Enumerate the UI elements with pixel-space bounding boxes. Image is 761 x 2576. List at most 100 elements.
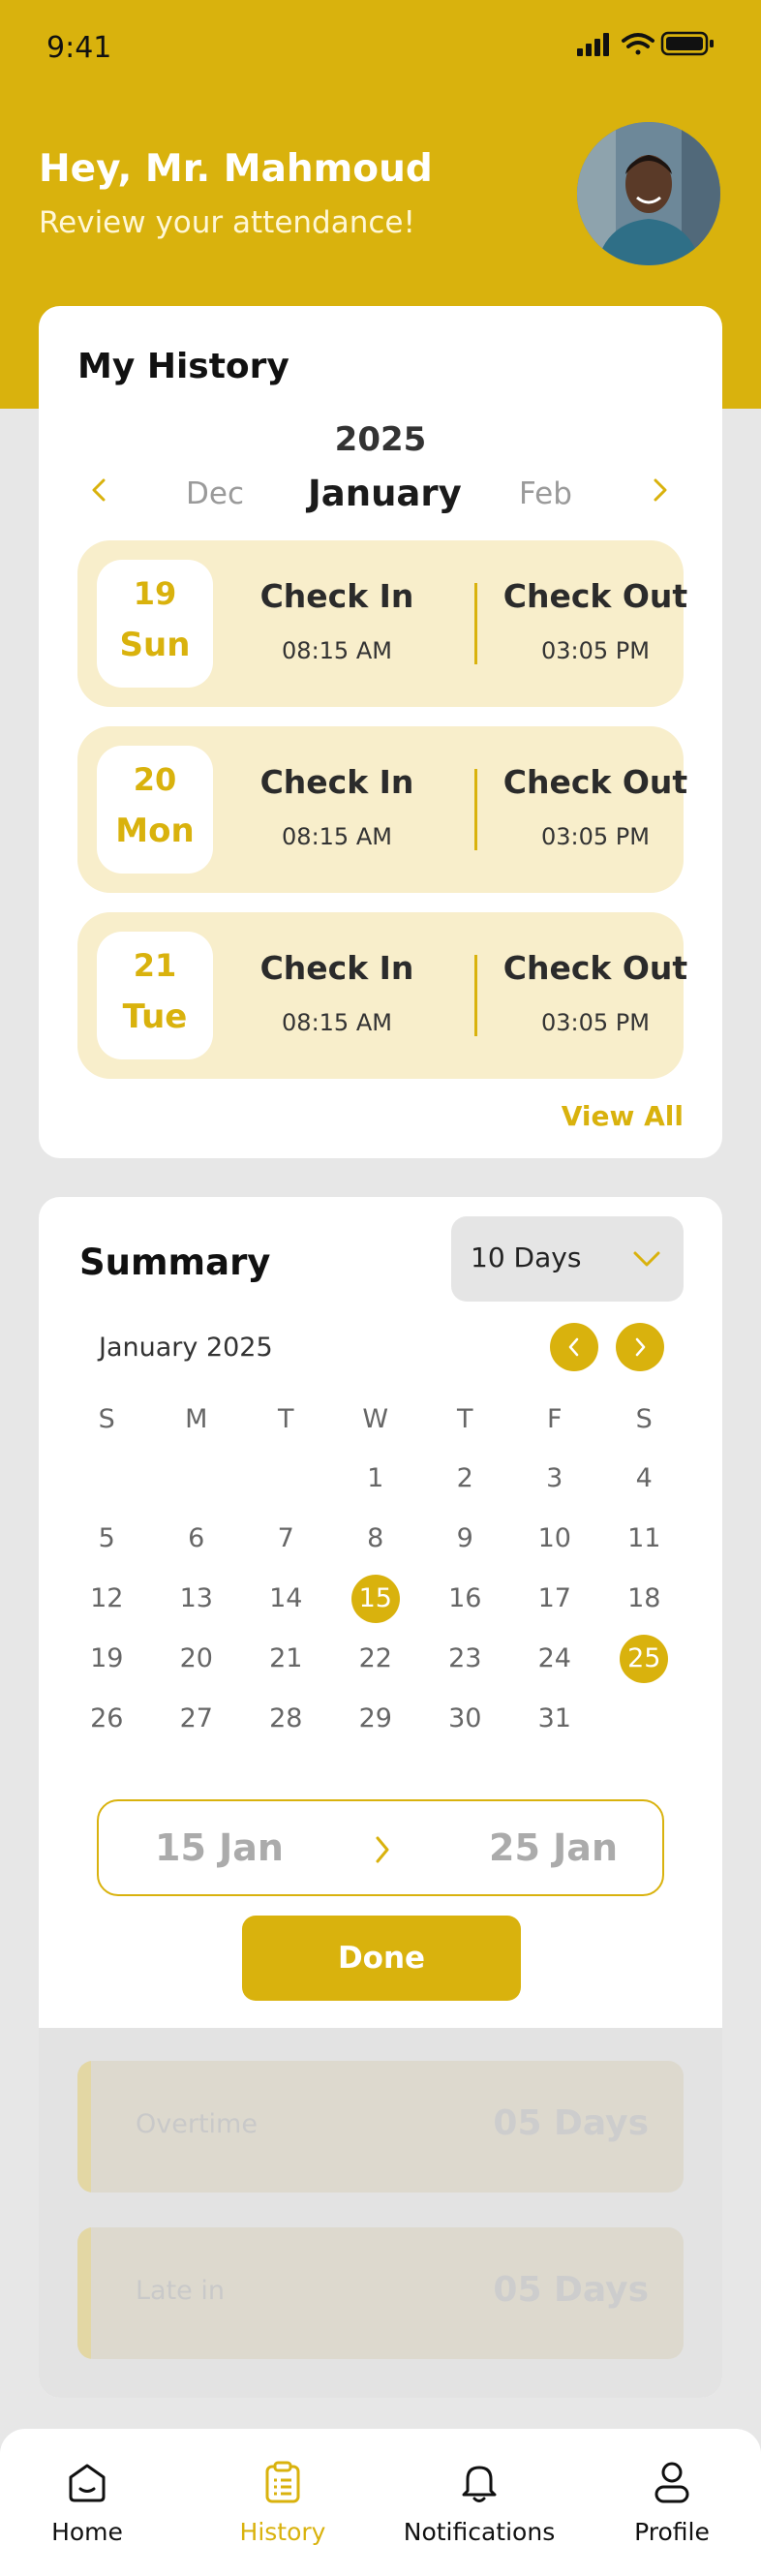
stat-accent-bar bbox=[77, 2227, 91, 2359]
calendar-month-label: January 2025 bbox=[99, 1333, 273, 1363]
day-number: 20 bbox=[133, 761, 177, 798]
calendar-empty-cell bbox=[261, 1452, 310, 1500]
calendar-day[interactable]: 27 bbox=[172, 1695, 221, 1743]
day-name: Sun bbox=[119, 626, 191, 664]
check-out-label: Check Out bbox=[502, 949, 688, 987]
calendar-cell: 29 bbox=[331, 1695, 421, 1743]
tab-label: Home bbox=[51, 2518, 123, 2546]
calendar-day[interactable]: 23 bbox=[441, 1635, 489, 1683]
calendar-day[interactable]: 17 bbox=[531, 1575, 579, 1623]
calendar-day[interactable]: 30 bbox=[441, 1695, 489, 1743]
next-month-button[interactable] bbox=[641, 471, 680, 509]
calendar-grid: S M T W T F S 1 2 3 4 5 6 7 8 9 10 11 12 13 14 15 16 17 18 19 20 21… bbox=[62, 1389, 689, 1749]
calendar-day[interactable]: 29 bbox=[351, 1695, 400, 1743]
calendar-weekday: M bbox=[185, 1403, 208, 1434]
date-range[interactable]: 15 Jan 25 Jan bbox=[97, 1799, 664, 1896]
calendar-cell: 22 bbox=[331, 1635, 421, 1683]
calendar-cell bbox=[599, 1692, 689, 1747]
calendar-weekday: T bbox=[457, 1403, 473, 1434]
attendance-row[interactable]: 19 Sun Check In 08:15 AM Check Out 03:05… bbox=[77, 540, 687, 707]
calendar-day[interactable]: 8 bbox=[351, 1515, 400, 1563]
calendar-day[interactable]: 31 bbox=[531, 1695, 579, 1743]
check-out-time: 03:05 PM bbox=[541, 1009, 650, 1036]
calendar-weekday: T bbox=[278, 1403, 294, 1434]
attendance-row[interactable]: 21 Tue Check In 08:15 AM Check Out 03:05… bbox=[77, 912, 687, 1079]
check-out-label: Check Out bbox=[502, 577, 688, 615]
avatar[interactable] bbox=[577, 122, 720, 265]
calendar-day[interactable]: 6 bbox=[172, 1515, 221, 1563]
calendar-day[interactable]: 5 bbox=[82, 1515, 131, 1563]
status-icons bbox=[577, 29, 732, 58]
stat-accent-bar bbox=[77, 2061, 91, 2193]
calendar-week-row: 26 27 28 29 30 31 bbox=[62, 1689, 689, 1749]
calendar-cell: 8 bbox=[331, 1515, 421, 1563]
attendance-row[interactable]: 20 Mon Check In 08:15 AM Check Out 03:05… bbox=[77, 726, 687, 893]
calendar-day[interactable]: 4 bbox=[620, 1455, 668, 1503]
calendar-day[interactable]: 20 bbox=[172, 1635, 221, 1683]
chevron-left-icon bbox=[568, 1337, 579, 1357]
done-button[interactable]: Done bbox=[242, 1916, 521, 2001]
calendar-day[interactable]: 7 bbox=[261, 1515, 310, 1563]
status-time: 9:41 bbox=[46, 31, 112, 65]
calendar-day[interactable]: 21 bbox=[261, 1635, 310, 1683]
history-year: 2025 bbox=[334, 420, 427, 459]
tab-label: Profile bbox=[634, 2518, 710, 2546]
calendar-cell: 23 bbox=[420, 1635, 510, 1683]
calendar-cell: 7 bbox=[241, 1515, 331, 1563]
range-dropdown[interactable]: 10 Days bbox=[451, 1216, 684, 1302]
calendar-day[interactable]: 19 bbox=[82, 1635, 131, 1683]
calendar-cell bbox=[241, 1452, 331, 1507]
calendar-cell: 19 bbox=[62, 1635, 152, 1683]
calendar-day[interactable]: 3 bbox=[531, 1455, 579, 1503]
calendar-prev-button[interactable] bbox=[550, 1323, 598, 1371]
calendar-day[interactable]: 14 bbox=[261, 1575, 310, 1623]
calendar-day[interactable]: 22 bbox=[351, 1635, 400, 1683]
calendar-empty-cell bbox=[172, 1452, 221, 1500]
bell-icon bbox=[462, 2466, 497, 2502]
chevron-right-icon bbox=[654, 478, 667, 502]
calendar-day-selected[interactable]: 15 bbox=[350, 1575, 400, 1623]
tab-history[interactable]: History bbox=[225, 2458, 341, 2564]
greeting-subtitle: Review your attendance! bbox=[39, 205, 415, 240]
calendar-day[interactable]: 13 bbox=[172, 1575, 221, 1623]
calendar-day[interactable]: 11 bbox=[620, 1515, 668, 1563]
view-all-link[interactable]: View All bbox=[562, 1100, 684, 1132]
calendar-cell: 18 bbox=[599, 1575, 689, 1623]
tab-profile[interactable]: Profile bbox=[624, 2458, 720, 2564]
month-next[interactable]: Feb bbox=[519, 476, 572, 511]
calendar-cell: 27 bbox=[152, 1695, 242, 1743]
calendar-day[interactable]: 1 bbox=[351, 1455, 400, 1503]
calendar-day-selected[interactable]: 25 bbox=[620, 1635, 669, 1683]
calendar-day[interactable]: 16 bbox=[441, 1575, 489, 1623]
calendar-day[interactable]: 24 bbox=[531, 1635, 579, 1683]
tab-home[interactable]: Home bbox=[39, 2458, 136, 2564]
calendar-cell: 13 bbox=[152, 1575, 242, 1623]
calendar-day[interactable]: 28 bbox=[261, 1695, 310, 1743]
calendar-day[interactable]: 12 bbox=[82, 1575, 131, 1623]
day-number: 21 bbox=[133, 947, 177, 984]
calendar-cell: 10 bbox=[510, 1515, 600, 1563]
stat-value: 05 Days bbox=[493, 2270, 649, 2310]
calendar-week-row: 19 20 21 22 23 24 25 bbox=[62, 1629, 689, 1689]
range-end: 25 Jan bbox=[489, 1826, 618, 1869]
calendar-day[interactable]: 9 bbox=[441, 1515, 489, 1563]
summary-card: Summary 10 Days January 2025 SMTWTFS1234… bbox=[39, 1197, 722, 2398]
calendar-day[interactable]: 18 bbox=[620, 1575, 668, 1623]
chevron-left-icon bbox=[92, 478, 106, 502]
calendar-cell: 21 bbox=[241, 1635, 331, 1683]
tab-notifications[interactable]: Notifications bbox=[397, 2458, 562, 2564]
tab-bar: Home History Notifications Profile bbox=[0, 2429, 761, 2576]
prev-month-button[interactable] bbox=[79, 471, 118, 509]
calendar-empty-cell bbox=[620, 1692, 668, 1740]
summary-stats: Overtime 05 Days Late in 05 Days bbox=[39, 2028, 722, 2398]
calendar-day[interactable]: 10 bbox=[531, 1515, 579, 1563]
stat-label: Overtime bbox=[136, 2109, 258, 2139]
range-dropdown-value: 10 Days bbox=[471, 1242, 582, 1273]
calendar-next-button[interactable] bbox=[616, 1323, 664, 1371]
calendar-cell: 30 bbox=[420, 1695, 510, 1743]
calendar-day[interactable]: 26 bbox=[82, 1695, 131, 1743]
calendar-cell: 4 bbox=[599, 1455, 689, 1503]
signal-icon bbox=[577, 33, 609, 56]
calendar-day[interactable]: 2 bbox=[441, 1455, 489, 1503]
month-prev[interactable]: Dec bbox=[186, 476, 244, 511]
